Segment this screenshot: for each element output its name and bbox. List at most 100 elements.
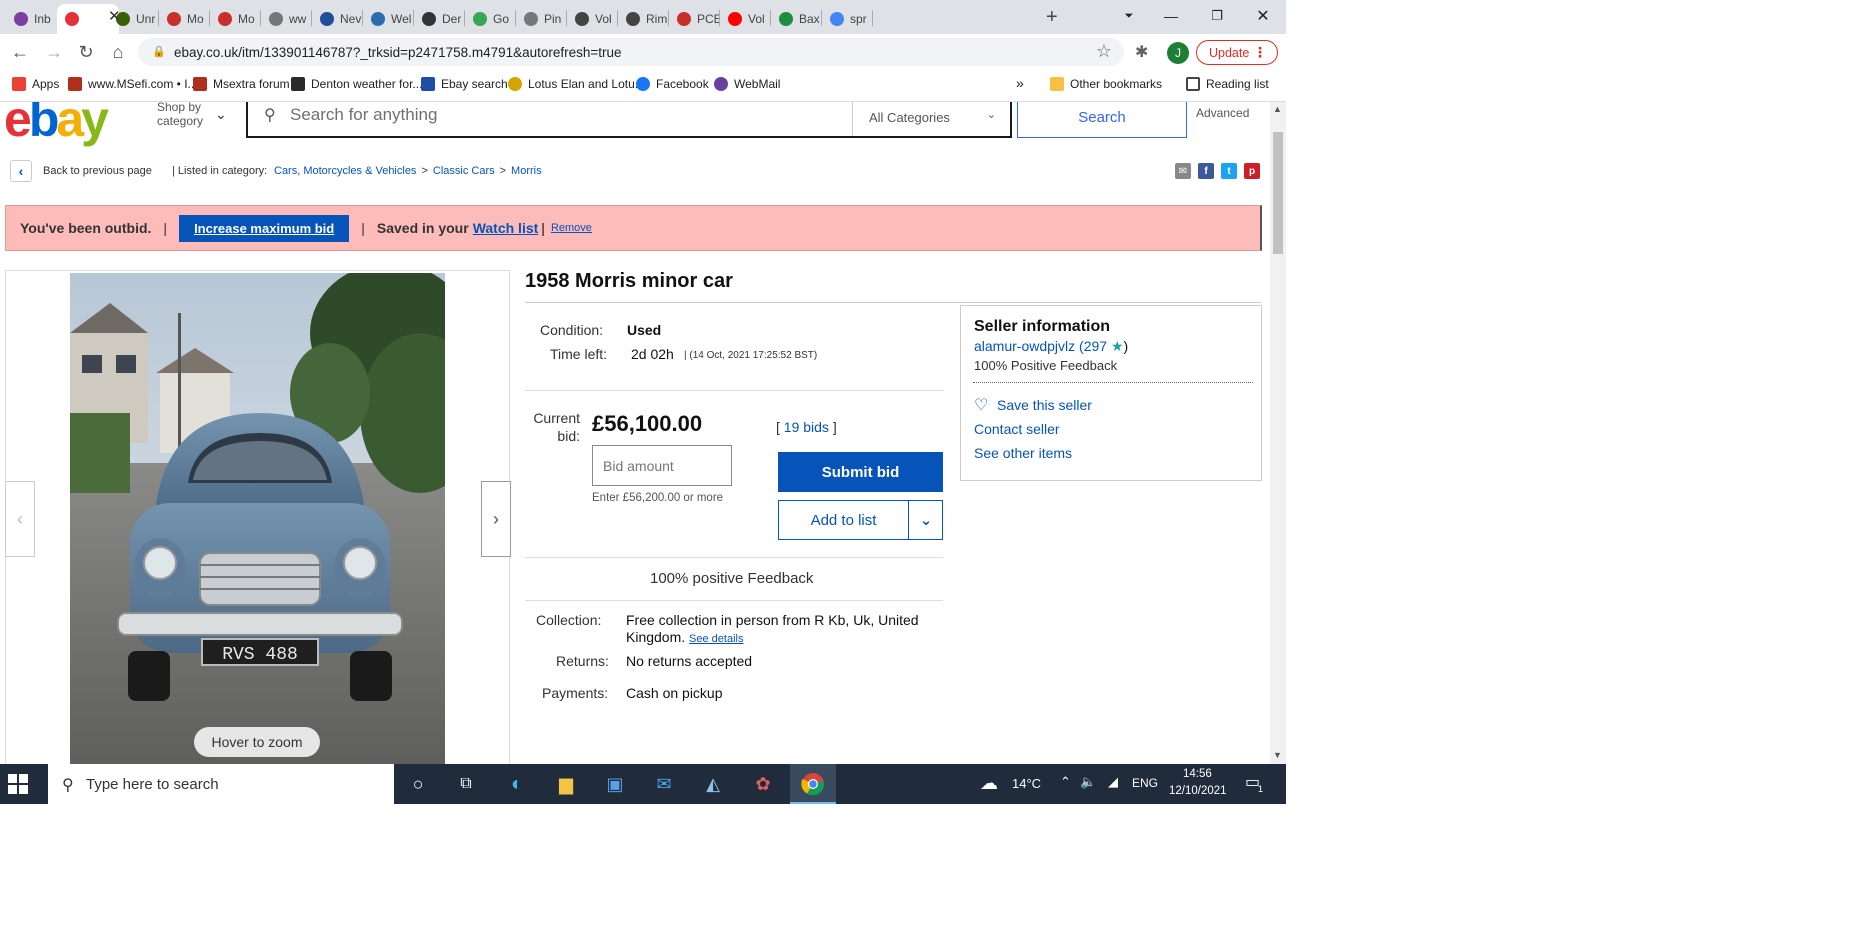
- tab-item[interactable]: Rim: [618, 4, 668, 34]
- edge-icon[interactable]: ◐: [505, 772, 529, 796]
- taskbar-search[interactable]: ⚲ Type here to search: [48, 764, 394, 804]
- seller-score[interactable]: (297: [1079, 338, 1107, 354]
- bookmark-star-icon[interactable]: ☆: [1096, 41, 1112, 62]
- tab-item[interactable]: Go: [465, 4, 515, 34]
- address-bar[interactable]: 🔒 ebay.co.uk/itm/133901146787?_trksid=p2…: [138, 38, 1124, 66]
- next-image-button[interactable]: ›: [481, 481, 511, 557]
- chevron-down-icon[interactable]: ⌄: [910, 501, 942, 539]
- minimize-icon[interactable]: —: [1148, 0, 1194, 32]
- store-icon[interactable]: ▣: [603, 772, 627, 796]
- tab-label: Der: [442, 12, 462, 26]
- app-icon[interactable]: ◭: [701, 772, 725, 796]
- temperature[interactable]: 14°C: [1012, 776, 1041, 791]
- previous-image-button[interactable]: ‹: [5, 481, 35, 557]
- tab-item[interactable]: Mo: [210, 4, 260, 34]
- shop-by-category[interactable]: Shop by category: [157, 102, 217, 128]
- remove-link[interactable]: Remove: [551, 222, 592, 234]
- home-icon[interactable]: ⌂: [106, 40, 130, 64]
- back-chevron-icon[interactable]: ‹: [10, 160, 32, 182]
- watch-list-link[interactable]: Watch list: [473, 220, 539, 236]
- submit-bid-button[interactable]: Submit bid: [778, 452, 943, 492]
- reading-list[interactable]: Reading list: [1186, 77, 1269, 91]
- bookmark-item[interactable]: Apps: [12, 77, 59, 91]
- tab-item[interactable]: Bax: [771, 4, 821, 34]
- volume-icon[interactable]: 🔈: [1080, 774, 1096, 790]
- page-scrollbar[interactable]: ▲ ▼: [1270, 102, 1286, 764]
- chevron-down-icon[interactable]: ⌄: [215, 106, 227, 123]
- back-icon[interactable]: ←: [8, 40, 32, 64]
- breadcrumb-link[interactable]: Morris: [511, 165, 542, 177]
- tab-item[interactable]: Wel: [363, 4, 413, 34]
- update-button[interactable]: Update ⋮: [1196, 40, 1278, 65]
- other-bookmarks[interactable]: Other bookmarks: [1050, 77, 1162, 91]
- task-view-icon[interactable]: ⧉: [454, 772, 478, 796]
- bookmark-item[interactable]: Facebook: [636, 77, 709, 91]
- tab-item[interactable]: Mo: [159, 4, 209, 34]
- tab-item[interactable]: spr: [822, 4, 872, 34]
- tab-item[interactable]: Pin: [516, 4, 566, 34]
- bookmark-item[interactable]: Ebay search: [421, 77, 508, 91]
- mail-icon[interactable]: ✉: [652, 772, 676, 796]
- tab-item[interactable]: Nev: [312, 4, 362, 34]
- new-tab-button[interactable]: +: [1040, 2, 1070, 32]
- scroll-thumb[interactable]: [1273, 132, 1283, 254]
- tab-label: Nev: [340, 12, 362, 26]
- file-explorer-icon[interactable]: ▆: [554, 772, 578, 796]
- twitter-share-icon[interactable]: t: [1221, 163, 1237, 179]
- tab-item[interactable]: ww: [261, 4, 311, 34]
- clock-date[interactable]: 12/10/2021: [1169, 785, 1227, 797]
- bid-count-link[interactable]: 19 bids: [784, 419, 829, 435]
- reload-icon[interactable]: ↻: [74, 40, 98, 64]
- show-hidden-icons[interactable]: ⌃: [1060, 774, 1071, 790]
- scroll-down-icon[interactable]: ▼: [1273, 750, 1282, 760]
- breadcrumb-link[interactable]: Classic Cars: [433, 165, 495, 177]
- app-icon-2[interactable]: ✿: [751, 772, 775, 796]
- bookmark-item[interactable]: Lotus Elan and Lotu...: [508, 77, 645, 91]
- network-icon[interactable]: ◢: [1108, 774, 1118, 790]
- forward-icon[interactable]: →: [42, 40, 66, 64]
- facebook-share-icon[interactable]: f: [1198, 163, 1214, 179]
- bookmark-item[interactable]: Msextra forum: [193, 77, 290, 91]
- breadcrumb-link[interactable]: Cars, Motorcycles & Vehicles: [274, 165, 416, 177]
- tab-search-icon[interactable]: ⏷: [1106, 0, 1152, 32]
- back-to-previous-link[interactable]: Back to previous page: [43, 165, 152, 177]
- tab-item[interactable]: Inb: [6, 4, 56, 34]
- profile-avatar[interactable]: J: [1167, 42, 1189, 64]
- see-details-link[interactable]: See details: [689, 633, 743, 645]
- search-input[interactable]: [290, 102, 810, 130]
- tab-item[interactable]: Vol: [567, 4, 617, 34]
- restore-icon[interactable]: ❐: [1194, 0, 1240, 32]
- bid-amount-input[interactable]: [592, 445, 732, 486]
- close-window-icon[interactable]: ✕: [1240, 0, 1286, 32]
- language-indicator[interactable]: ENG: [1132, 776, 1158, 790]
- extensions-icon[interactable]: ✱: [1135, 42, 1148, 62]
- advanced-search-link[interactable]: Advanced: [1196, 106, 1249, 120]
- tab-item[interactable]: PCE: [669, 4, 719, 34]
- windows-start-icon[interactable]: [8, 774, 28, 794]
- chrome-taskbar-button[interactable]: [790, 764, 836, 804]
- bookmark-item[interactable]: Denton weather for...: [291, 77, 422, 91]
- tab-item[interactable]: Vol: [720, 4, 770, 34]
- save-seller-link[interactable]: Save this seller: [997, 397, 1092, 413]
- email-share-icon[interactable]: ✉: [1175, 163, 1191, 179]
- bookmark-item[interactable]: WebMail: [714, 77, 780, 91]
- heart-icon[interactable]: ♡: [974, 395, 988, 415]
- tab-item[interactable]: Der: [414, 4, 464, 34]
- category-select[interactable]: All Categories ⌄: [852, 102, 1012, 136]
- bookmark-item[interactable]: www.MSefi.com • I...: [68, 77, 198, 91]
- search-button[interactable]: Search: [1017, 102, 1187, 138]
- add-to-list-button[interactable]: Add to list: [779, 501, 909, 539]
- ebay-logo[interactable]: ebay: [4, 102, 109, 144]
- clock-time[interactable]: 14:56: [1183, 768, 1212, 780]
- close-tab-icon[interactable]: ✕: [108, 7, 121, 25]
- bookmarks-more[interactable]: »: [1016, 75, 1024, 91]
- car-photo[interactable]: RVS 488: [70, 273, 445, 764]
- seller-username-link[interactable]: alamur-owdpjvlz: [974, 338, 1075, 354]
- see-other-items-link[interactable]: See other items: [974, 445, 1072, 461]
- increase-max-bid-button[interactable]: Increase maximum bid: [179, 214, 350, 242]
- cortana-icon[interactable]: ○: [406, 772, 430, 796]
- weather-icon[interactable]: ☁: [980, 773, 998, 794]
- contact-seller-link[interactable]: Contact seller: [974, 421, 1060, 437]
- scroll-up-icon[interactable]: ▲: [1273, 104, 1282, 114]
- pinterest-share-icon[interactable]: p: [1244, 163, 1260, 179]
